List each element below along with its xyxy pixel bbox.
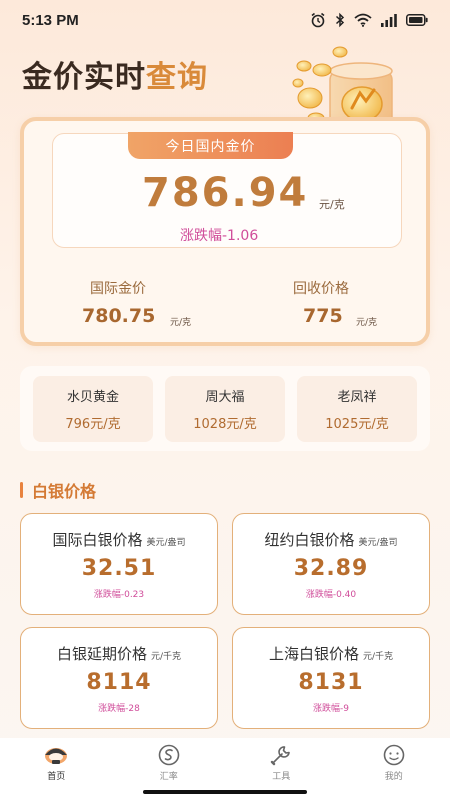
silver-card-value: 32.89	[293, 556, 369, 581]
silver-card-newyork[interactable]: 纽约白银价格 美元/盎司 32.89 涨跌幅-0.40	[232, 513, 430, 615]
today-price-tag: 今日国内金价	[128, 132, 293, 159]
silver-card-value: 8131	[298, 670, 364, 695]
page-title-main: 金价实时	[22, 60, 146, 95]
silver-card-name: 白银延期价格	[56, 645, 147, 663]
international-gold-value: 780.75	[82, 305, 156, 327]
today-price-unit: 元/克	[319, 198, 345, 211]
silver-card-shanghai[interactable]: 上海白银价格 元/千克 8131 涨跌幅-9	[232, 627, 430, 729]
nav-item-exchange[interactable]: 汇率	[139, 744, 199, 782]
nav-label-profile: 我的	[384, 772, 403, 782]
silver-card-name: 纽约白银价格	[264, 531, 355, 549]
international-gold-label: 国际金价	[90, 281, 146, 297]
silver-section-label: 白银价格	[32, 482, 97, 501]
silver-card-unit: 美元/盎司	[146, 538, 186, 548]
recycle-price-value: 775	[303, 305, 343, 327]
home-icon	[45, 748, 68, 764]
battery-icon	[406, 14, 428, 26]
nav-label-exchange: 汇率	[159, 772, 178, 782]
silver-card-title: 上海白银价格 元/千克	[233, 643, 429, 664]
silver-card-unit: 元/千克	[150, 652, 182, 662]
brand-card-shuibei[interactable]: 水贝黄金 796元/克	[33, 376, 153, 442]
page-title: 金价实时查询	[22, 52, 208, 96]
status-icons	[310, 12, 428, 28]
silver-card-value: 8114	[86, 670, 152, 695]
status-bar: 5:13 PM	[0, 0, 450, 40]
nav-label-tools: 工具	[272, 772, 291, 782]
bluetooth-icon	[335, 12, 345, 28]
brand-card-zhoudafu[interactable]: 周大福 1028元/克	[165, 376, 285, 442]
silver-card-title: 国际白银价格 美元/盎司	[21, 529, 217, 550]
brand-price: 1025元/克	[325, 417, 389, 432]
silver-card-unit: 美元/盎司	[358, 538, 398, 548]
international-gold-unit: 元/克	[170, 318, 192, 328]
silver-card-title: 纽约白银价格 美元/盎司	[233, 529, 429, 550]
silver-card-unit: 元/千克	[362, 652, 394, 662]
silver-card-change: 涨跌幅-0.40	[305, 590, 357, 600]
home-indicator	[143, 790, 307, 794]
brand-name: 周大福	[205, 390, 245, 405]
brand-price: 796元/克	[65, 417, 121, 432]
wifi-icon	[354, 13, 372, 27]
today-price-value: 786.94	[142, 170, 309, 216]
nav-item-profile[interactable]: 我的	[364, 744, 424, 782]
silver-section-title: 白银价格	[20, 478, 96, 502]
brand-name: 水贝黄金	[66, 390, 119, 405]
silver-card-title: 白银延期价格 元/千克	[21, 643, 217, 664]
status-time: 5:13 PM	[22, 11, 79, 29]
recycle-price-label: 回收价格	[293, 281, 349, 297]
wrench-icon	[271, 746, 291, 766]
brand-card-laofengxiang[interactable]: 老凤祥 1025元/克	[297, 376, 417, 442]
brand-name: 老凤祥	[337, 390, 377, 405]
page-title-accent: 查询	[146, 60, 208, 95]
nav-item-home[interactable]: 首页	[26, 744, 86, 782]
profile-icon	[383, 744, 405, 766]
today-price-change: 涨跌幅-1.06	[180, 228, 259, 244]
silver-card-change: 涨跌幅-9	[313, 704, 349, 714]
silver-card-name: 国际白银价格	[52, 531, 143, 549]
silver-card-name: 上海白银价格	[268, 645, 359, 663]
nav-item-tools[interactable]: 工具	[251, 744, 311, 782]
brand-price: 1028元/克	[193, 417, 257, 432]
silver-card-change: 涨跌幅-28	[98, 704, 140, 714]
signal-icon	[381, 13, 397, 27]
exchange-icon	[158, 744, 180, 766]
section-accent-bar	[20, 482, 23, 498]
silver-card-change: 涨跌幅-0.23	[93, 590, 145, 600]
silver-card-value: 32.51	[81, 556, 157, 581]
silver-card-international[interactable]: 国际白银价格 美元/盎司 32.51 涨跌幅-0.23	[20, 513, 218, 615]
silver-card-deferred[interactable]: 白银延期价格 元/千克 8114 涨跌幅-28	[20, 627, 218, 729]
alarm-icon	[311, 12, 325, 28]
nav-label-home: 首页	[47, 772, 66, 782]
recycle-price-unit: 元/克	[356, 318, 378, 328]
